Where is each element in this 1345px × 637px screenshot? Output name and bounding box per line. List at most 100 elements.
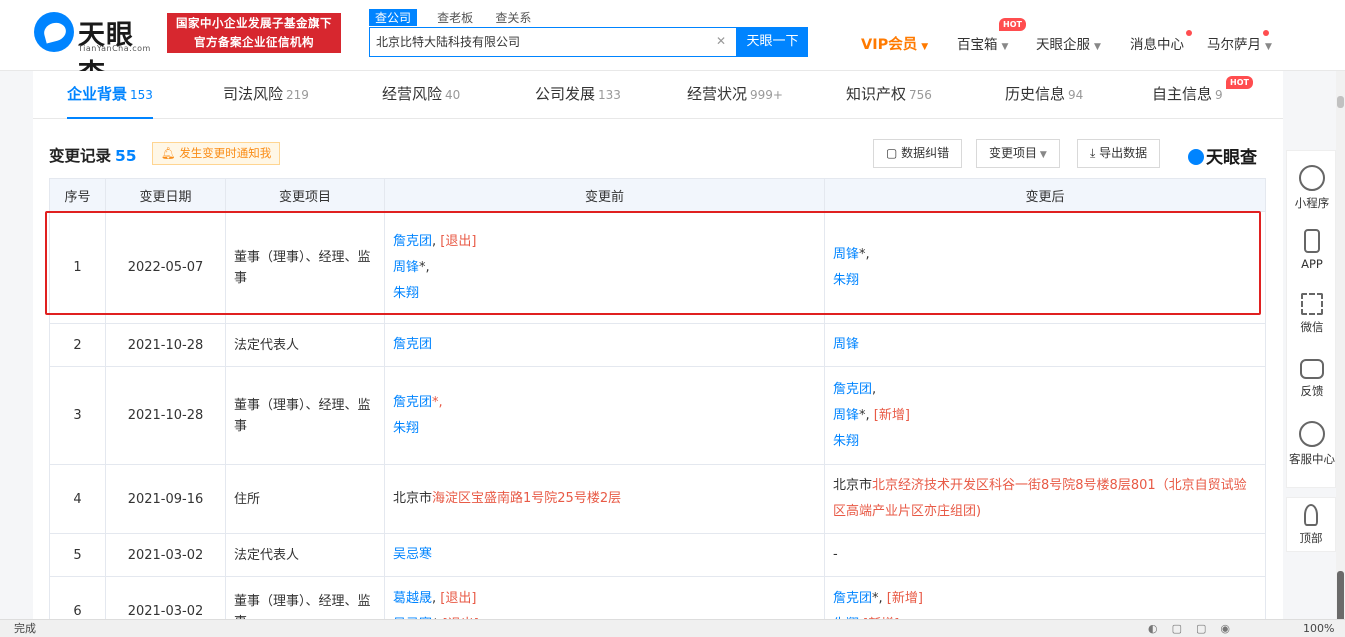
after-value: 周锋	[824, 323, 1266, 367]
search-tab-relation[interactable]: 查关系	[493, 9, 533, 26]
person-link[interactable]: 周锋	[393, 260, 419, 275]
export-data-button[interactable]: ⤓ 导出数据	[1077, 139, 1161, 168]
tab-count: 133	[598, 88, 621, 102]
change-date: 2022-05-07	[105, 211, 226, 324]
person-link[interactable]: 朱翔	[393, 286, 419, 301]
person-link[interactable]: 周锋	[833, 247, 859, 262]
tab-label: 自主信息	[1152, 85, 1213, 103]
right-float-toolbar: 小程序 APP 微信 反馈 客服中心	[1286, 150, 1336, 488]
change-tag: *,	[432, 394, 443, 410]
tab-label: 经营风险	[382, 85, 443, 103]
change-tag: [新增]	[886, 590, 923, 606]
cell-line: -	[833, 542, 1257, 568]
tab-history[interactable]: 历史信息 94	[1005, 71, 1083, 119]
back-to-top-button[interactable]: 顶部	[1286, 497, 1336, 552]
change-date: 2021-09-16	[105, 464, 226, 534]
change-item-filter[interactable]: 变更项目 ▼	[976, 139, 1060, 168]
cell-line: 詹克团	[393, 332, 816, 358]
tab-count: 756	[909, 88, 932, 102]
table-row: 62021-03-02董事（理事）、经理、监事葛越晟, [退出]吴忌寒* [退出…	[49, 576, 1266, 619]
user-menu[interactable]: 马尔萨月 ▼	[1207, 33, 1272, 53]
message-center-link[interactable]: 消息中心	[1130, 33, 1184, 53]
cell-line: 朱翔	[833, 429, 1257, 455]
gov-certification-badge: 国家中小企业发展子基金旗下 官方备案企业征信机构	[167, 13, 341, 53]
float-label: 客服中心	[1289, 452, 1335, 466]
before-value: 詹克团	[384, 323, 825, 367]
after-value: 北京市北京经济技术开发区科谷一街8号院8号楼8层801（北京自贸试验区高端产业片…	[824, 464, 1266, 534]
tab-count: 153	[130, 88, 153, 102]
zoom-level[interactable]: 100%	[1303, 620, 1334, 637]
search-tab-company[interactable]: 查公司	[369, 9, 418, 26]
table-body: 1 2022-05-07 董事（理事）、经理、监事 詹克团, [退出] 周锋*, 朱翔 周锋…	[49, 211, 1266, 619]
person-link[interactable]: 葛越晟	[393, 591, 432, 606]
tab-ip[interactable]: 知识产权 756	[846, 71, 932, 119]
after-value: -	[824, 533, 1266, 577]
clear-icon[interactable]: ✕	[716, 34, 726, 48]
person-link[interactable]: 詹克团	[393, 337, 432, 352]
logo-mark-icon	[1188, 149, 1204, 165]
enterprise-service-menu[interactable]: 天眼企服 ▼	[1036, 33, 1101, 53]
tab-operations[interactable]: 经营状况 999+	[687, 71, 783, 119]
mini-program-link[interactable]: 小程序	[1287, 165, 1337, 211]
treasure-box-menu[interactable]: 百宝箱 ▼	[957, 33, 1008, 53]
vertical-scrollbar[interactable]	[1336, 71, 1345, 623]
search-mode-tabs: 查公司 查老板 查关系	[369, 9, 547, 27]
table-row: 1 2022-05-07 董事（理事）、经理、监事 詹克团, [退出] 周锋*, 朱翔 周锋…	[49, 211, 1266, 324]
row-index: 5	[49, 533, 106, 577]
change-tag: 北京经济技术开发区科谷一街8号院8号楼8层801（北京自贸试验区高端产业片区亦庄…	[833, 478, 1247, 519]
before-value: 詹克团*, 朱翔	[384, 366, 825, 465]
tab-business-risk[interactable]: 经营风险 40	[382, 71, 460, 119]
scroll-thumb-top[interactable]	[1337, 96, 1344, 108]
customer-service-link[interactable]: 客服中心	[1287, 421, 1337, 467]
person-link[interactable]: 朱翔	[393, 421, 419, 436]
change-item: 住所	[225, 464, 385, 534]
change-tag: [退出]	[440, 590, 477, 606]
tab-development[interactable]: 公司发展 133	[535, 71, 621, 119]
tab-count: 94	[1068, 88, 1084, 102]
rocket-icon	[1304, 504, 1318, 526]
logo-mark-icon	[34, 12, 74, 52]
after-value: 詹克团, 周锋*, [新增] 朱翔	[824, 366, 1266, 465]
tab-self-info[interactable]: 自主信息 9	[1152, 71, 1223, 119]
change-item: 董事（理事）、经理、监事	[225, 366, 385, 465]
search-button[interactable]: 天眼一下	[737, 27, 808, 57]
person-link[interactable]: 詹克团	[833, 382, 872, 397]
tab-background[interactable]: 企业背景 153	[67, 71, 153, 119]
scroll-thumb[interactable]	[1337, 571, 1344, 623]
tab-count: 999+	[750, 88, 783, 102]
col-date: 变更日期	[105, 178, 226, 212]
vip-member-menu[interactable]: VIP会员 ▼	[861, 33, 928, 54]
before-value: 葛越晟, [退出]吴忌寒* [退出]	[384, 576, 825, 619]
tab-judicial-risk[interactable]: 司法风险 219	[223, 71, 309, 119]
cell-line: 詹克团,	[833, 377, 1257, 403]
search-tab-boss[interactable]: 查老板	[435, 9, 475, 26]
tab-label: 知识产权	[846, 85, 907, 103]
enterprise-label: 天眼企服	[1036, 37, 1090, 53]
caret-down-icon: ▼	[1094, 42, 1101, 52]
notify-label: 发生变更时通知我	[179, 146, 272, 160]
row-index: 6	[49, 576, 106, 619]
hot-badge: HOT	[1226, 76, 1253, 89]
notify-on-change-button[interactable]: 🔔︎ 发生变更时通知我	[152, 142, 281, 165]
wechat-link[interactable]: 微信	[1287, 293, 1337, 335]
feedback-link[interactable]: 反馈	[1287, 359, 1337, 399]
tianyancha-logo[interactable]: 天眼查 TianYanCha.com	[34, 12, 160, 90]
app-link[interactable]: APP	[1287, 229, 1337, 271]
brand-mini-text: 天眼查	[1206, 148, 1257, 168]
person-link[interactable]: 詹克团	[393, 234, 432, 249]
person-link[interactable]: 詹克团	[393, 395, 432, 410]
person-link[interactable]: 吴忌寒	[393, 547, 432, 562]
person-link[interactable]: 朱翔	[833, 273, 859, 288]
filter-label: 变更项目	[989, 146, 1038, 160]
row-index: 2	[49, 323, 106, 367]
change-tag: [退出]	[440, 233, 477, 249]
data-correction-button[interactable]: ▢ 数据纠错	[873, 139, 963, 168]
change-date: 2021-03-02	[105, 576, 226, 619]
person-link[interactable]: 詹克团	[833, 591, 872, 606]
search-input[interactable]	[376, 34, 706, 48]
person-link[interactable]: 周锋	[833, 408, 859, 423]
person-link[interactable]: 周锋	[833, 337, 859, 352]
change-item: 法定代表人	[225, 533, 385, 577]
col-item: 变更项目	[225, 178, 385, 212]
person-link[interactable]: 朱翔	[833, 434, 859, 449]
